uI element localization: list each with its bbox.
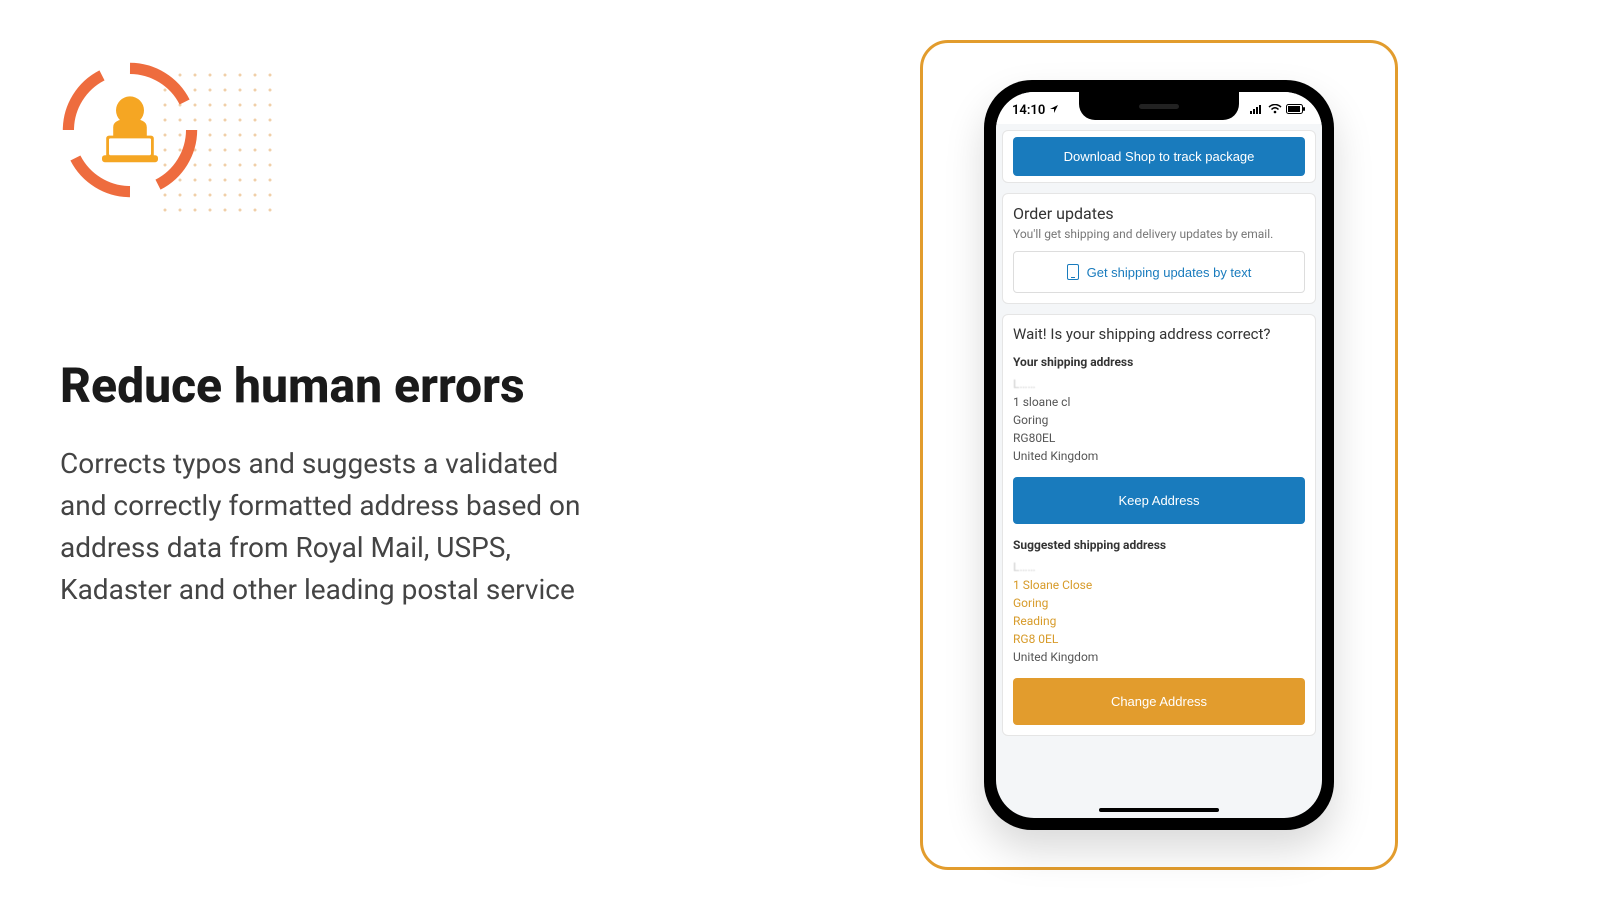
suggested-address-line-1: 1 Sloane Close	[1013, 576, 1305, 594]
signal-icon	[1250, 103, 1264, 118]
order-updates-title: Order updates	[1013, 204, 1305, 223]
phone-notch	[1079, 92, 1239, 120]
suggested-address-line-3: Reading	[1013, 612, 1305, 630]
get-updates-by-text-label: Get shipping updates by text	[1087, 265, 1252, 280]
download-card: Download Shop to track package	[1002, 130, 1316, 183]
get-updates-by-text-button[interactable]: Get shipping updates by text	[1013, 251, 1305, 293]
user-laptop-icon	[60, 60, 200, 200]
download-shop-button[interactable]: Download Shop to track package	[1013, 137, 1305, 176]
status-time: 14:10	[1012, 103, 1045, 118]
your-address-line-4: United Kingdom	[1013, 447, 1305, 465]
home-indicator	[1099, 808, 1219, 812]
battery-icon	[1286, 103, 1306, 118]
your-address-line-2: Goring	[1013, 411, 1305, 429]
wifi-icon	[1268, 103, 1282, 118]
phone-icon	[1067, 264, 1079, 280]
phone-screen: 14:10	[996, 92, 1322, 818]
address-check-card: Wait! Is your shipping address correct? …	[1002, 314, 1316, 736]
your-name-obscured: L……	[1013, 375, 1305, 393]
your-address-line-3: RG80EL	[1013, 429, 1305, 447]
screen-content: Download Shop to track package Order upd…	[996, 124, 1322, 752]
order-updates-card: Order updates You'll get shipping and de…	[1002, 193, 1316, 304]
suggested-address-line-5: United Kingdom	[1013, 648, 1305, 666]
location-icon	[1049, 103, 1059, 118]
suggested-address-line-2: Goring	[1013, 594, 1305, 612]
keep-address-button[interactable]: Keep Address	[1013, 477, 1305, 524]
feature-icon-wrapper	[60, 60, 220, 220]
marketing-left-panel: Reduce human errors Corrects typos and s…	[60, 60, 600, 611]
feature-body-text: Corrects typos and suggests a validated …	[60, 443, 600, 611]
your-address-label: Your shipping address	[1013, 355, 1305, 369]
address-check-title: Wait! Is your shipping address correct?	[1013, 325, 1305, 343]
suggested-address-label: Suggested shipping address	[1013, 538, 1305, 552]
order-updates-subtitle: You'll get shipping and delivery updates…	[1013, 227, 1305, 241]
feature-heading: Reduce human errors	[60, 360, 600, 413]
suggested-name-obscured: L……	[1013, 558, 1305, 576]
suggested-address-line-4: RG8 0EL	[1013, 630, 1305, 648]
change-address-button[interactable]: Change Address	[1013, 678, 1305, 725]
phone-showcase-frame: 14:10	[920, 40, 1398, 870]
your-address-line-1: 1 sloane cl	[1013, 393, 1305, 411]
phone-device: 14:10	[984, 80, 1334, 830]
